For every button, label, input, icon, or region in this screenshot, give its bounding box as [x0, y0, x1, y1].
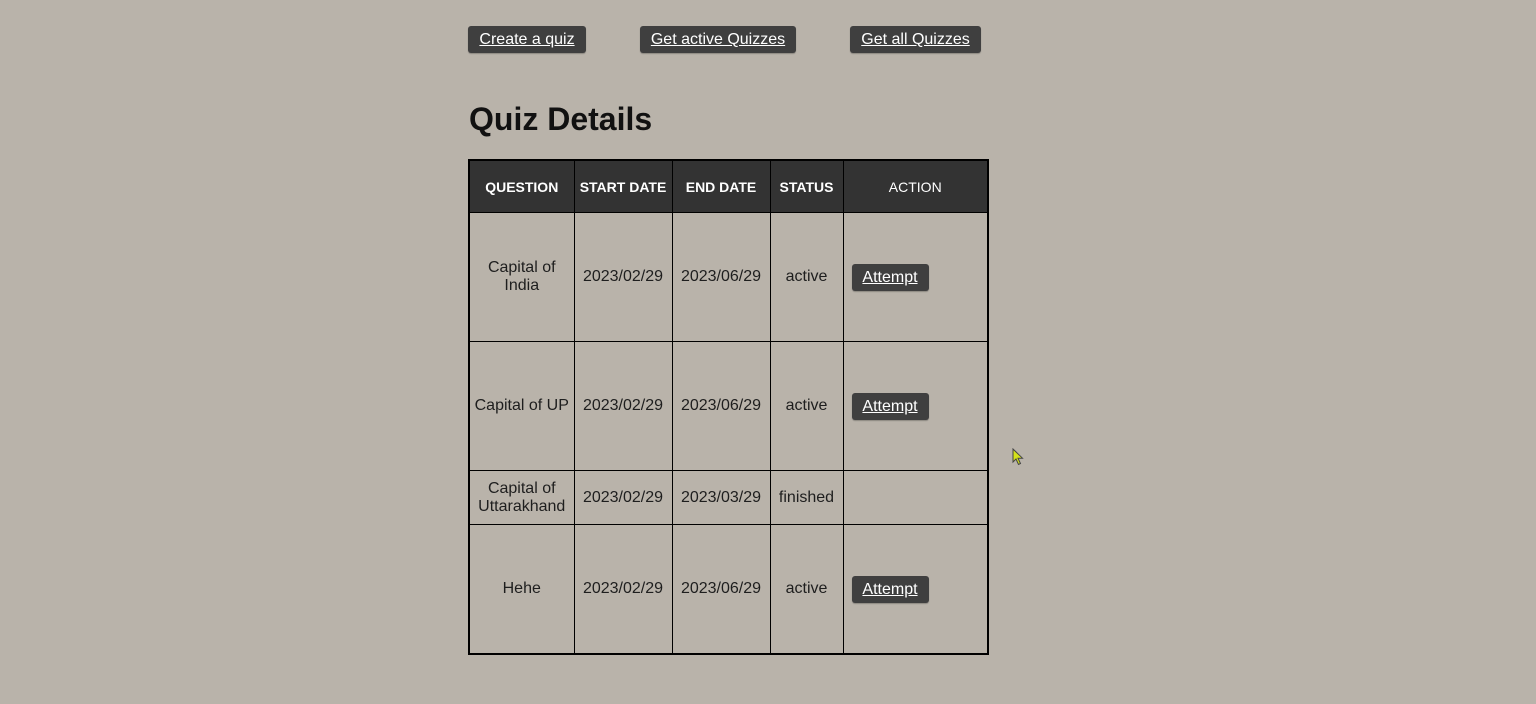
- create-quiz-button[interactable]: Create a quiz: [468, 26, 586, 53]
- start-date-cell: 2023/02/29: [573, 341, 673, 471]
- start-date-cell: 2023/02/29: [573, 524, 673, 655]
- table-header: QUESTION START DATE END DATE STATUS ACTI…: [468, 159, 989, 213]
- status-cell: active: [769, 212, 844, 342]
- quiz-table: QUESTION START DATE END DATE STATUS ACTI…: [468, 159, 989, 655]
- action-cell: [842, 470, 989, 525]
- status-cell: active: [769, 524, 844, 655]
- column-header-question: QUESTION: [468, 159, 575, 213]
- end-date-cell: 2023/06/29: [671, 524, 771, 655]
- column-header-end-date: END DATE: [671, 159, 771, 213]
- question-cell: Hehe: [468, 524, 575, 655]
- attempt-button[interactable]: Attempt: [851, 392, 929, 420]
- attempt-button[interactable]: Attempt: [851, 575, 929, 603]
- action-cell: Attempt: [842, 341, 989, 471]
- column-header-action: ACTION: [842, 159, 989, 213]
- end-date-cell: 2023/06/29: [671, 212, 771, 342]
- table-row: Capital of India 2023/02/29 2023/06/29 a…: [468, 212, 989, 342]
- get-all-quizzes-button[interactable]: Get all Quizzes: [850, 26, 981, 53]
- table-row: Capital of Uttarakhand 2023/02/29 2023/0…: [468, 470, 989, 525]
- question-cell: Capital of UP: [468, 341, 575, 471]
- get-active-quizzes-button[interactable]: Get active Quizzes: [640, 26, 796, 53]
- action-cell: Attempt: [842, 212, 989, 342]
- action-cell: Attempt: [842, 524, 989, 655]
- question-cell: Capital of Uttarakhand: [468, 470, 575, 525]
- question-cell: Capital of India: [468, 212, 575, 342]
- table-body: Capital of India 2023/02/29 2023/06/29 a…: [468, 212, 989, 655]
- table-row: Hehe 2023/02/29 2023/06/29 active Attemp…: [468, 524, 989, 655]
- status-cell: finished: [769, 470, 844, 525]
- start-date-cell: 2023/02/29: [573, 212, 673, 342]
- column-header-start-date: START DATE: [573, 159, 673, 213]
- page-title: Quiz Details: [469, 101, 653, 137]
- mouse-pointer-icon: [1012, 448, 1024, 466]
- end-date-cell: 2023/06/29: [671, 341, 771, 471]
- start-date-cell: 2023/02/29: [573, 470, 673, 525]
- attempt-button[interactable]: Attempt: [851, 263, 929, 291]
- table-row: Capital of UP 2023/02/29 2023/06/29 acti…: [468, 341, 989, 471]
- column-header-status: STATUS: [769, 159, 844, 213]
- table-header-row: QUESTION START DATE END DATE STATUS ACTI…: [468, 159, 989, 213]
- end-date-cell: 2023/03/29: [671, 470, 771, 525]
- status-cell: active: [769, 341, 844, 471]
